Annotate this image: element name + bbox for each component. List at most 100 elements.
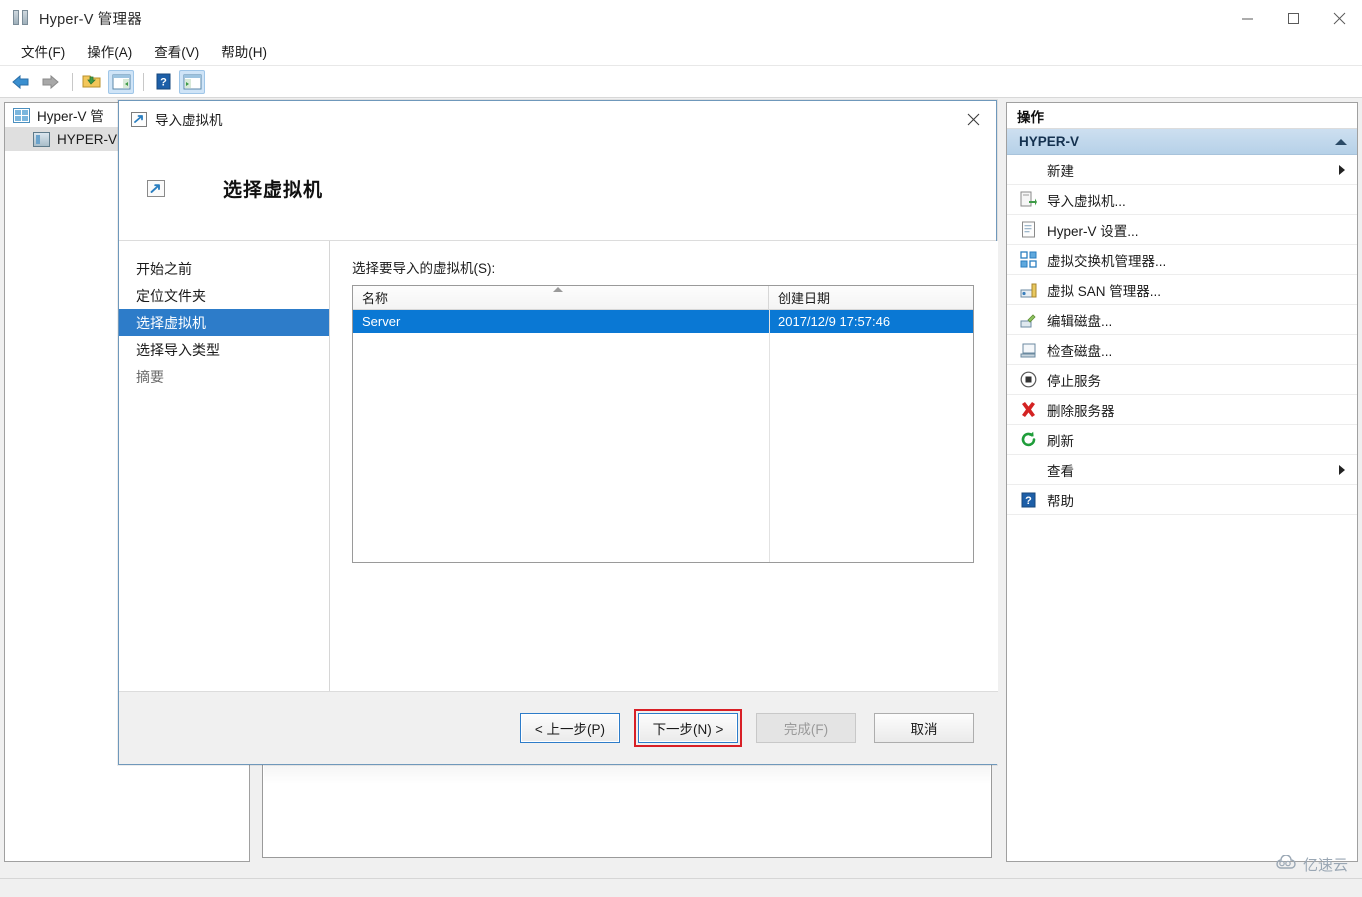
toolbar-separator: [143, 72, 144, 91]
cloud-icon: [1275, 854, 1297, 874]
help-icon[interactable]: ?: [150, 70, 176, 94]
listview-header: 名称 创建日期: [353, 286, 973, 310]
vm-listview[interactable]: 名称 创建日期 Server 2017/12/9 17:57:46: [352, 285, 974, 563]
import-vm-dialog: 导入虚拟机 选择虚拟机 开始之前 定位文件夹 选择虚拟机 选择导入类型 摘要 选…: [118, 100, 998, 765]
wizard-step-select-vm[interactable]: 选择虚拟机: [119, 309, 329, 336]
column-header-created-date[interactable]: 创建日期: [769, 286, 973, 309]
menu-action[interactable]: 操作(A): [76, 38, 143, 64]
previous-button[interactable]: < 上一步(P): [520, 713, 620, 743]
import-vm-icon: [131, 111, 147, 127]
details-panel-surface: [264, 764, 990, 856]
action-label: 停止服务: [1047, 373, 1101, 389]
next-button-highlight: 下一步(N) >: [634, 709, 742, 747]
dialog-header: 选择虚拟机: [119, 137, 996, 241]
help-icon: ?: [1019, 491, 1037, 509]
wizard-step-label: 选择虚拟机: [136, 314, 206, 331]
import-vm-icon: [147, 180, 165, 197]
toolbar: ?: [0, 66, 1362, 98]
wizard-step-label: 选择导入类型: [136, 341, 220, 358]
cancel-button[interactable]: 取消: [874, 713, 974, 743]
svg-text:?: ?: [1025, 495, 1032, 507]
dialog-content: 开始之前 定位文件夹 选择虚拟机 选择导入类型 摘要 选择要导入的虚拟机(S):: [119, 241, 998, 693]
close-icon[interactable]: [1316, 0, 1362, 36]
view-icon: [1019, 461, 1037, 479]
wizard-step-summary[interactable]: 摘要: [119, 363, 329, 390]
back-arrow-icon[interactable]: [8, 70, 34, 94]
details-panel: [262, 762, 992, 858]
new-icon: [1019, 161, 1037, 179]
wizard-step-label: 开始之前: [136, 260, 192, 277]
action-label: 虚拟交换机管理器...: [1047, 253, 1167, 269]
select-vm-label: 选择要导入的虚拟机(S):: [352, 261, 496, 276]
virtual-switch-icon: [1019, 251, 1037, 269]
virtual-san-icon: [1019, 281, 1037, 299]
dialog-footer: < 上一步(P) 下一步(N) > 完成(F) 取消: [119, 691, 998, 764]
open-folder-icon[interactable]: [79, 70, 105, 94]
action-inspect-disk[interactable]: 检查磁盘...: [1007, 335, 1357, 365]
cancel-button-wrap: 取消: [870, 709, 978, 747]
action-label: 导入虚拟机...: [1047, 193, 1126, 209]
action-virtual-switch-manager[interactable]: 虚拟交换机管理器...: [1007, 245, 1357, 275]
server-stack-icon: [12, 9, 30, 27]
sort-ascending-icon: [553, 287, 563, 292]
refresh-icon: [1019, 431, 1037, 449]
menu-file[interactable]: 文件(F): [10, 38, 76, 64]
action-remove-server[interactable]: 删除服务器: [1007, 395, 1357, 425]
window-titlebar: Hyper-V 管理器: [0, 0, 1362, 36]
chevron-up-icon[interactable]: [1335, 138, 1347, 145]
action-edit-disk[interactable]: 编辑磁盘...: [1007, 305, 1357, 335]
actions-pane-title: 操作: [1007, 103, 1357, 129]
finish-button: 完成(F): [756, 713, 856, 743]
show-pane-left-icon[interactable]: [108, 69, 134, 94]
action-virtual-san-manager[interactable]: 虚拟 SAN 管理器...: [1007, 275, 1357, 305]
table-row[interactable]: Server 2017/12/9 17:57:46: [353, 310, 973, 333]
toolbar-separator: [72, 72, 73, 91]
window-title: Hyper-V 管理器: [39, 11, 142, 28]
status-bar: [0, 878, 1362, 897]
column-header-name[interactable]: 名称: [353, 286, 769, 309]
wizard-step-before-you-begin[interactable]: 开始之前: [119, 255, 329, 282]
show-pane-right-icon[interactable]: [179, 69, 205, 94]
close-icon[interactable]: [950, 101, 996, 137]
action-hyperv-settings[interactable]: Hyper-V 设置...: [1007, 215, 1357, 245]
menu-view[interactable]: 查看(V): [143, 38, 210, 64]
dialog-title: 导入虚拟机: [155, 113, 223, 128]
inspect-disk-icon: [1019, 341, 1037, 359]
action-refresh[interactable]: 刷新: [1007, 425, 1357, 455]
actions-group-label: HYPER-V: [1019, 134, 1080, 149]
menubar: 文件(F) 操作(A) 查看(V) 帮助(H): [0, 36, 1362, 66]
page-title: 选择虚拟机: [223, 180, 324, 201]
svg-text:?: ?: [160, 77, 167, 89]
tree-item-label: HYPER-V: [57, 131, 118, 147]
wizard-step-choose-import-type[interactable]: 选择导入类型: [119, 336, 329, 363]
column-header-label: 名称: [362, 291, 389, 306]
wizard-step-locate-folder[interactable]: 定位文件夹: [119, 282, 329, 309]
menu-help[interactable]: 帮助(H): [210, 38, 278, 64]
previous-button-wrap: < 上一步(P): [516, 709, 624, 747]
watermark: 亿速云: [1275, 854, 1348, 875]
action-label: 删除服务器: [1047, 403, 1115, 419]
wizard-step-label: 摘要: [136, 368, 164, 385]
settings-page-icon: [1019, 221, 1037, 239]
action-label: 查看: [1047, 463, 1074, 479]
action-view[interactable]: 查看: [1007, 455, 1357, 485]
watermark-text: 亿速云: [1302, 857, 1348, 874]
action-new[interactable]: 新建: [1007, 155, 1357, 185]
hyperv-manager-window: Hyper-V 管理器 文件(F) 操作(A) 查看(V) 帮助(H) ? Hy…: [0, 0, 1362, 897]
chevron-right-icon: [1339, 164, 1345, 175]
action-help[interactable]: ? 帮助: [1007, 485, 1357, 515]
hyperv-server-icon: [33, 131, 50, 147]
chevron-right-icon: [1339, 464, 1345, 475]
dialog-titlebar: 导入虚拟机: [119, 101, 996, 137]
action-import-vm[interactable]: 导入虚拟机...: [1007, 185, 1357, 215]
action-label: Hyper-V 设置...: [1047, 223, 1139, 239]
actions-group-header[interactable]: HYPER-V: [1007, 129, 1357, 155]
action-stop-service[interactable]: 停止服务: [1007, 365, 1357, 395]
minimize-icon[interactable]: [1224, 0, 1270, 36]
wizard-steps: 开始之前 定位文件夹 选择虚拟机 选择导入类型 摘要: [119, 241, 330, 693]
forward-arrow-icon[interactable]: [37, 70, 63, 94]
column-header-label: 创建日期: [778, 291, 831, 306]
next-button[interactable]: 下一步(N) >: [638, 713, 738, 743]
maximize-icon[interactable]: [1270, 0, 1316, 36]
remove-server-icon: [1019, 401, 1037, 419]
